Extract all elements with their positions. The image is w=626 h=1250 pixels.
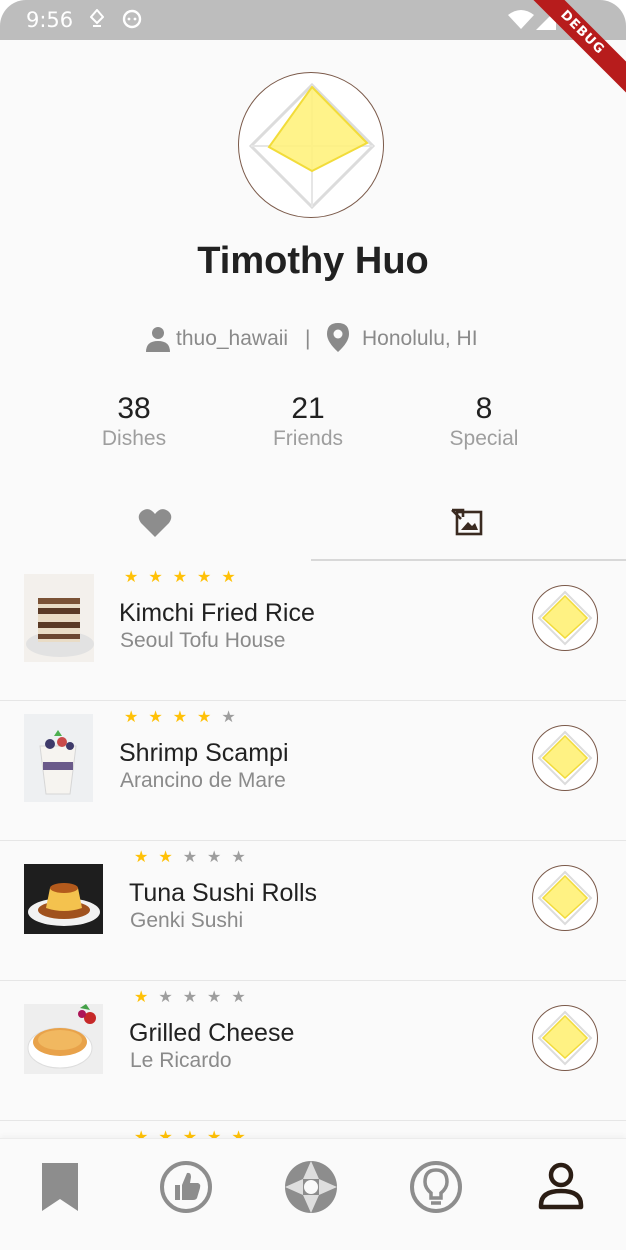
dish-place: Arancino de Mare bbox=[120, 769, 286, 792]
person-icon bbox=[538, 1162, 584, 1210]
dish-name: Shrimp Scampi bbox=[119, 739, 289, 767]
flavor-badge[interactable] bbox=[532, 725, 598, 791]
stat-value: 38 bbox=[117, 392, 151, 425]
stat-label: Friends bbox=[272, 427, 344, 450]
meta-separator: | bbox=[305, 327, 311, 350]
flavor-diamond-icon bbox=[537, 870, 593, 926]
nav-likes[interactable] bbox=[156, 1157, 216, 1217]
list-item[interactable]: ★★★★★ Kimchi Fried Rice Seoul Tofu House bbox=[0, 561, 626, 701]
location-icon bbox=[325, 322, 351, 359]
dish-place: Genki Sushi bbox=[130, 909, 244, 932]
photo-swap-icon bbox=[451, 508, 483, 536]
dish-thumbnail bbox=[24, 714, 93, 802]
nav-bookmarks[interactable] bbox=[30, 1157, 90, 1217]
username: thuo_hawaii bbox=[176, 327, 289, 350]
tab-favorites[interactable] bbox=[0, 496, 313, 560]
rating-stars: ★★★★★ bbox=[124, 709, 246, 726]
dish-thumbnail bbox=[24, 574, 94, 662]
flavor-diamond-icon bbox=[537, 590, 593, 646]
nav-camera[interactable] bbox=[281, 1157, 341, 1217]
flavor-badge[interactable] bbox=[532, 865, 598, 931]
android-face-status-icon bbox=[122, 9, 142, 34]
list-item[interactable]: ★★★★★ Shrimp Scampi Arancino de Mare bbox=[0, 701, 626, 841]
stat-label: Special bbox=[449, 427, 519, 450]
dish-place: Seoul Tofu House bbox=[120, 629, 286, 652]
nav-profile[interactable] bbox=[531, 1157, 591, 1217]
flavor-diamond-icon bbox=[537, 730, 593, 786]
rating-stars: ★★★★★ bbox=[134, 849, 256, 866]
stat-value: 8 bbox=[475, 392, 493, 425]
dish-name: Grilled Cheese bbox=[129, 1019, 295, 1047]
thumbs-up-icon bbox=[160, 1161, 212, 1213]
dish-name: Kimchi Fried Rice bbox=[119, 599, 315, 627]
dish-place: Le Ricardo bbox=[130, 1049, 232, 1072]
dish-thumbnail bbox=[24, 864, 103, 934]
flavor-badge[interactable] bbox=[532, 1005, 598, 1071]
dish-name: Tuna Sushi Rolls bbox=[129, 879, 318, 907]
flavor-badge[interactable] bbox=[532, 585, 598, 651]
avatar[interactable] bbox=[238, 72, 384, 218]
status-time: 9:56 bbox=[26, 8, 74, 32]
location-pin-status-icon bbox=[89, 8, 105, 34]
stat-value: 21 bbox=[291, 392, 325, 425]
profile-screen: 9:56 DEBUG Timothy Huo thuo_hawaii | Hon… bbox=[0, 0, 626, 1250]
bottom-navigation bbox=[0, 1138, 626, 1250]
stat-label: Dishes bbox=[101, 427, 167, 450]
profile-name: Timothy Huo bbox=[197, 240, 429, 282]
rating-stars: ★★★★★ bbox=[124, 569, 246, 586]
flavor-diamond-icon bbox=[537, 1010, 593, 1066]
lightbulb-icon bbox=[410, 1161, 462, 1213]
heart-icon bbox=[138, 509, 172, 537]
list-item[interactable]: ★★★★★ Grilled Cheese Le Ricardo bbox=[0, 981, 626, 1121]
bookmark-icon bbox=[42, 1163, 78, 1211]
rating-stars: ★★★★★ bbox=[134, 989, 256, 1006]
list-item[interactable]: ★★★★★ Tuna Sushi Rolls Genki Sushi bbox=[0, 841, 626, 981]
stat-dishes[interactable]: 38 Dishes bbox=[54, 392, 214, 452]
nav-ideas[interactable] bbox=[406, 1157, 466, 1217]
status-bar: 9:56 bbox=[0, 0, 626, 40]
tab-photos[interactable] bbox=[313, 496, 626, 560]
flavor-diamond-icon bbox=[248, 82, 376, 210]
stat-special[interactable]: 8 Special bbox=[404, 392, 564, 452]
dish-thumbnail bbox=[24, 1004, 103, 1074]
wifi-icon bbox=[508, 10, 534, 35]
location: Honolulu, HI bbox=[362, 327, 478, 350]
stat-friends[interactable]: 21 Friends bbox=[228, 392, 388, 452]
user-icon bbox=[144, 324, 172, 357]
camera-aperture-icon bbox=[285, 1161, 337, 1213]
profile-meta: thuo_hawaii | Honolulu, HI bbox=[0, 322, 626, 356]
